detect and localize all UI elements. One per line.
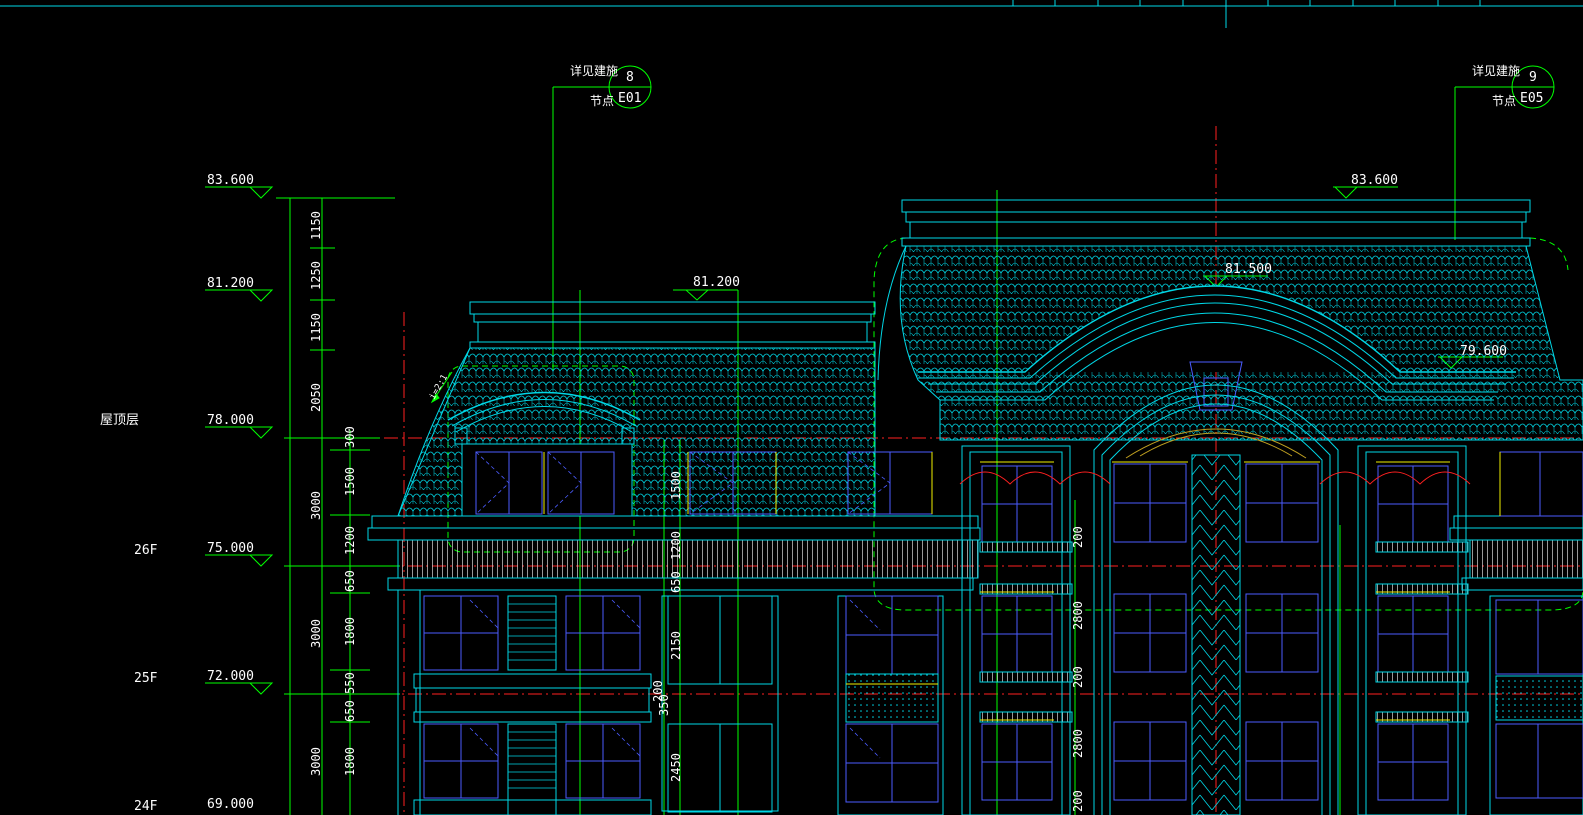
callout-8-sheet: E01: [618, 91, 641, 106]
callout-9-sheet: E05: [1520, 91, 1543, 106]
dim-inner-6: 1500: [343, 467, 357, 496]
floor-label-24f: 24F: [134, 799, 158, 814]
level-value-72000: 72.000: [207, 669, 254, 684]
dim-facade-4: 2150: [669, 631, 683, 660]
dim-facade-12: 200: [1071, 790, 1085, 812]
callout-8-note-top: 详见建施: [570, 63, 618, 78]
dim-inner-9: 1800: [343, 617, 357, 646]
floor-label-roof: 屋顶层: [100, 413, 139, 428]
dim-facade-6: 350: [657, 694, 671, 716]
callout-8-number: 8: [626, 70, 634, 85]
dim-outer-3: 3000: [309, 747, 323, 776]
dim-facade-1: 1500: [669, 471, 683, 500]
dim-inner-3: 1150: [309, 313, 323, 342]
callout-9-note-bottom: 节点: [1492, 94, 1516, 108]
floor-label-26f: 26F: [134, 543, 158, 558]
level-value-69000: 69.000: [207, 797, 254, 812]
dim-outer-1: 3000: [309, 491, 323, 520]
cad-elevation-drawing: 83.600 81.200 78.000 75.000 72.000 69.00…: [0, 0, 1583, 815]
callout-9-number: 9: [1529, 70, 1537, 85]
level-value-83600: 83.600: [207, 173, 254, 188]
level-value-81200: 81.200: [207, 276, 254, 291]
dim-facade-2: 1200: [669, 531, 683, 560]
dim-inner-11: 650: [343, 700, 357, 722]
dim-facade-11: 2800: [1071, 729, 1085, 758]
dim-inner-8: 650: [343, 570, 357, 592]
dim-facade-9: 2800: [1071, 601, 1085, 630]
level-value-79600: 79.600: [1460, 344, 1507, 359]
dim-facade-7: 2450: [669, 753, 683, 782]
central-block: [877, 199, 1583, 815]
dim-facade-10: 200: [1071, 666, 1085, 688]
dim-outer-2: 3000: [309, 619, 323, 648]
dim-inner-4: 2050: [309, 383, 323, 412]
floor-label-25f: 25F: [134, 671, 158, 686]
dim-inner-7: 1200: [343, 526, 357, 555]
level-value-wing-81200: 81.200: [693, 275, 740, 290]
level-value-75000: 75.000: [207, 541, 254, 556]
dim-inner-12: 1800: [343, 747, 357, 776]
dim-inner-10: 550: [343, 672, 357, 694]
dim-inner-1: 1150: [309, 211, 323, 240]
callout-9-note-top: 详见建施: [1472, 63, 1520, 78]
dim-inner-5: 300: [343, 426, 357, 448]
dim-facade-8: 200: [1071, 526, 1085, 548]
left-level-axis: [276, 197, 400, 815]
level-value-arch-81500: 81.500: [1225, 262, 1272, 277]
level-value-78000: 78.000: [207, 413, 254, 428]
level-value-top-83600: 83.600: [1351, 173, 1398, 188]
dim-facade-3: 650: [669, 571, 683, 593]
callout-8-note-bottom: 节点: [590, 94, 614, 108]
dim-inner-2: 1250: [309, 261, 323, 290]
title-frame: [0, 0, 1583, 28]
